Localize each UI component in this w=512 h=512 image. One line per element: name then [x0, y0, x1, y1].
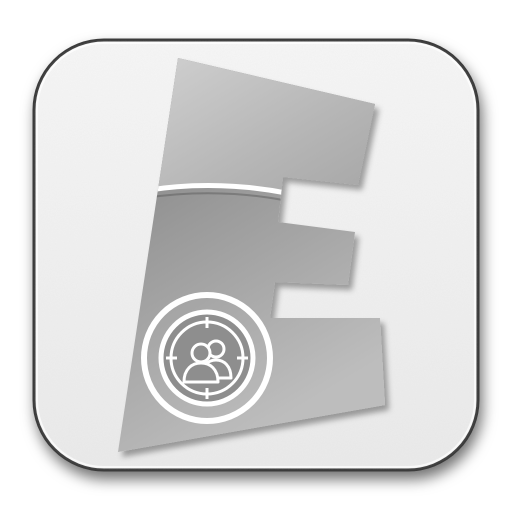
users-target-icon: [141, 292, 273, 424]
app-icon-stage: [0, 0, 512, 512]
app-icon[interactable]: [0, 0, 512, 512]
